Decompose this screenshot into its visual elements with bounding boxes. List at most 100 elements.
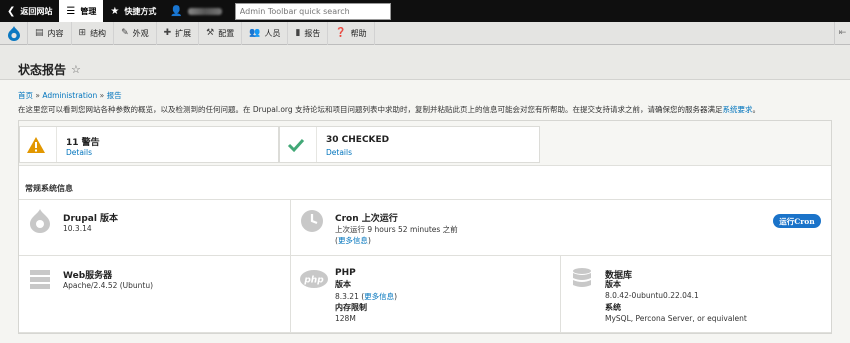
arrow-left-icon: ❮ — [7, 5, 16, 17]
php-memory-value: 128M — [335, 314, 356, 323]
database-cell: 数据库 版本 8.0.42-0ubuntu0.22.04.1 系统 MySQL,… — [561, 256, 831, 333]
menu-item-label: 结构 — [90, 28, 107, 38]
breadcrumb-separator: » — [35, 91, 40, 100]
file-icon: ▤ — [35, 28, 44, 38]
php-logo-icon: php — [300, 270, 328, 288]
database-system-label: 系统 — [605, 303, 621, 312]
menu-item-label: 配置 — [218, 28, 235, 38]
intro-end: 。 — [752, 105, 761, 114]
shortcuts-label: 快捷方式 — [124, 6, 157, 16]
cron-last-run: 上次运行 9 hours 52 minutes 之前 — [335, 225, 458, 234]
divider — [56, 127, 57, 162]
drupal-version-title: Drupal 版本 — [63, 214, 119, 224]
drupal-logo-icon[interactable] — [0, 21, 28, 45]
menu-item-help[interactable]: ❓ 帮助 — [328, 21, 375, 45]
breadcrumb-home[interactable]: 首页 — [18, 91, 33, 100]
breadcrumb-separator: » — [99, 91, 105, 100]
star-icon: ★ — [110, 5, 120, 17]
server-icon — [30, 270, 50, 289]
menu-item-config[interactable]: ⚒ 配置 — [199, 21, 243, 45]
page-title: 状态报告 ☆ — [18, 61, 81, 78]
back-to-site-button[interactable]: ❮ 返回网站 — [0, 0, 59, 22]
warning-count: 11 警告 — [66, 138, 100, 148]
php-version-label: 版本 — [335, 280, 351, 289]
run-cron-button[interactable]: 运行Cron — [773, 214, 821, 228]
menu-item-label: 报告 — [304, 28, 321, 38]
warning-details-link[interactable]: Details — [66, 148, 92, 157]
top-toolbar: ❮ 返回网站 ☰ 管理 ★ 快捷方式 👤 — [0, 0, 850, 22]
wrench-icon: ⚒ — [206, 28, 215, 38]
menu-item-label: 扩展 — [175, 28, 192, 38]
general-info-heading: 常规系统信息 — [25, 184, 73, 193]
menu-item-label: 外观 — [132, 28, 149, 38]
collapse-toggle-icon[interactable]: ⇤ — [834, 21, 850, 45]
database-system-value: MySQL, Percona Server, or equivalent — [605, 314, 747, 323]
database-version-label: 版本 — [605, 280, 621, 289]
php-cell: php PHP 版本 8.3.21 (更多信息) 内存限制 128M — [291, 256, 561, 333]
web-server-value: Apache/2.4.52 (Ubuntu) — [63, 281, 154, 290]
manage-tab[interactable]: ☰ 管理 — [59, 0, 104, 22]
cron-title: Cron 上次运行 — [335, 214, 398, 224]
web-server-title: Web服务器 — [63, 271, 113, 281]
checked-count: 30 CHECKED — [326, 135, 390, 145]
help-icon: ❓ — [335, 28, 347, 38]
breadcrumb-reports[interactable]: 报告 — [107, 91, 122, 100]
sitemap-icon: ⊞ — [78, 28, 87, 38]
menu-item-people[interactable]: 👥 人员 — [242, 21, 289, 45]
web-server-cell: Web服务器 Apache/2.4.52 (Ubuntu) — [19, 256, 291, 333]
shortcuts-tab[interactable]: ★ 快捷方式 — [103, 0, 163, 22]
database-version-value: 8.0.42-0ubuntu0.22.04.1 — [605, 291, 699, 300]
username-blurred — [187, 7, 222, 15]
status-report-panel: 11 警告 Details 30 CHECKED Details 常规系统信息 … — [18, 120, 832, 334]
divider — [316, 127, 317, 162]
user-tab[interactable]: 👤 — [163, 0, 228, 22]
page-title-text: 状态报告 — [18, 63, 67, 77]
cron-cell: Cron 上次运行 上次运行 9 hours 52 minutes 之前 (更多… — [291, 200, 831, 256]
bar-chart-icon: ▮ — [295, 28, 301, 38]
shortcut-star-icon[interactable]: ☆ — [71, 63, 81, 76]
php-more-info-link[interactable]: 更多信息 — [364, 292, 394, 301]
checked-details-link[interactable]: Details — [326, 148, 352, 157]
general-info-grid: Drupal 版本 10.3.14 Cron 上次运行 上次运行 9 hours… — [19, 199, 831, 333]
people-icon: 👥 — [249, 28, 261, 38]
intro-text: 在这里您可以看到您网站各种参数的概览，以及检测到的任何问题。在 Drupal.o… — [18, 104, 838, 115]
menu-item-content[interactable]: ▤ 内容 — [28, 21, 72, 45]
page-header: 状态报告 ☆ — [0, 45, 850, 80]
checkmark-icon — [287, 138, 305, 153]
admin-search-input[interactable] — [234, 2, 391, 20]
menu-item-structure[interactable]: ⊞ 结构 — [72, 21, 115, 45]
php-version-row: 8.3.21 (更多信息) — [335, 292, 398, 301]
cron-more-wrap: (更多信息) — [335, 236, 371, 245]
drupal-version-cell: Drupal 版本 10.3.14 — [19, 200, 291, 256]
breadcrumb: 首页 » Administration » 报告 — [18, 90, 122, 101]
menu-item-appearance[interactable]: ✎ 外观 — [114, 21, 157, 45]
php-version-value: 8.3.21 — [335, 292, 359, 301]
user-icon: 👤 — [170, 5, 183, 17]
brush-icon: ✎ — [121, 28, 129, 38]
svg-text:php: php — [303, 276, 324, 286]
drupal-version-value: 10.3.14 — [63, 224, 92, 233]
php-title: PHP — [335, 268, 356, 278]
cron-more-info-link[interactable]: 更多信息 — [338, 236, 368, 245]
intro-body: 在这里您可以看到您网站各种参数的概览，以及检测到的任何问题。在 Drupal.o… — [18, 105, 723, 114]
puzzle-icon: ✚ — [163, 28, 172, 38]
warning-counter: 11 警告 Details — [19, 126, 279, 163]
menu-item-label: 内容 — [47, 28, 64, 38]
system-requirements-link[interactable]: 系统要求 — [723, 105, 753, 114]
back-to-site-label: 返回网站 — [20, 6, 53, 16]
breadcrumb-admin[interactable]: Administration — [42, 91, 97, 100]
status-counters: 11 警告 Details 30 CHECKED Details — [19, 121, 831, 166]
drupal-drop-icon — [30, 209, 50, 233]
menu-item-label: 帮助 — [350, 28, 367, 38]
clock-icon — [301, 210, 323, 232]
database-icon — [573, 268, 591, 287]
checked-counter: 30 CHECKED Details — [279, 126, 540, 163]
menu-item-reports[interactable]: ▮ 报告 — [288, 21, 329, 45]
menu-item-extend[interactable]: ✚ 扩展 — [157, 21, 200, 45]
menu-item-label: 人员 — [264, 28, 281, 38]
manage-label: 管理 — [80, 6, 97, 16]
hamburger-icon: ☰ — [66, 5, 76, 17]
php-memory-label: 内存限制 — [335, 303, 367, 312]
admin-menu-bar: ▤ 内容 ⊞ 结构 ✎ 外观 ✚ 扩展 ⚒ 配置 👥 人员 ▮ 报告 ❓ 帮助 ⇤ — [0, 21, 850, 45]
warning-icon — [27, 137, 45, 153]
